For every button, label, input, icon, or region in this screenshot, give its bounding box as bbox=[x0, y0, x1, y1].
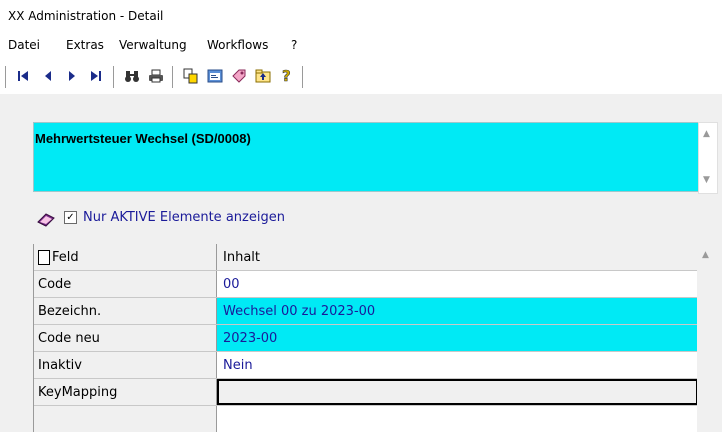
window-titlebar: XX Administration - Detail bbox=[0, 0, 722, 30]
tag-icon[interactable] bbox=[228, 66, 250, 86]
first-record-icon[interactable] bbox=[12, 66, 34, 86]
table-row[interactable]: KeyMapping bbox=[34, 379, 698, 406]
window-title: XX Administration - Detail bbox=[8, 9, 164, 23]
help-icon[interactable]: ? bbox=[276, 66, 298, 86]
menu-extras[interactable]: Extras bbox=[66, 38, 104, 52]
copy-record-icon[interactable] bbox=[180, 66, 202, 86]
record-title: Mehrwertsteuer Wechsel (SD/0008) bbox=[35, 131, 251, 146]
value-cell[interactable]: Nein bbox=[217, 352, 698, 378]
table-row[interactable]: Code neu 2023-00 bbox=[34, 325, 698, 352]
field-cell: KeyMapping bbox=[34, 379, 217, 405]
svg-text:?: ? bbox=[282, 68, 291, 84]
toolbar-separator bbox=[5, 66, 7, 88]
toolbar: ? bbox=[0, 60, 722, 94]
scroll-down-icon[interactable]: ▼ bbox=[703, 175, 710, 185]
document-icon bbox=[38, 250, 50, 265]
field-cell bbox=[34, 406, 217, 432]
folder-up-icon[interactable] bbox=[252, 66, 274, 86]
next-record-icon[interactable] bbox=[61, 66, 83, 86]
menu-datei[interactable]: Datei bbox=[8, 38, 40, 52]
value-cell[interactable]: 00 bbox=[217, 271, 698, 297]
properties-icon[interactable] bbox=[204, 66, 226, 86]
field-cell: Bezeichn. bbox=[34, 298, 217, 324]
print-icon[interactable] bbox=[145, 66, 167, 86]
prev-record-icon[interactable] bbox=[37, 66, 59, 86]
menu-help[interactable]: ? bbox=[291, 38, 297, 52]
last-record-icon[interactable] bbox=[85, 66, 107, 86]
header-scrollbar[interactable]: ▲ ▼ bbox=[698, 122, 718, 194]
value-cell-keymapping[interactable] bbox=[217, 379, 698, 405]
menu-verwaltung[interactable]: Verwaltung bbox=[119, 38, 187, 52]
table-row[interactable]: Bezeichn. Wechsel 00 zu 2023-00 bbox=[34, 298, 698, 325]
table-scrollbar[interactable]: ▲ bbox=[697, 244, 716, 432]
menu-bar: Datei Extras Verwaltung Workflows ? bbox=[0, 30, 722, 60]
book-icon[interactable] bbox=[36, 210, 56, 228]
table-row[interactable]: Code 00 bbox=[34, 271, 698, 298]
field-cell: Code neu bbox=[34, 325, 217, 351]
toolbar-separator bbox=[113, 66, 115, 88]
scroll-up-icon[interactable]: ▲ bbox=[703, 129, 710, 139]
toolbar-separator bbox=[302, 66, 304, 88]
search-binoculars-icon[interactable] bbox=[121, 66, 143, 86]
record-header: Mehrwertsteuer Wechsel (SD/0008) bbox=[33, 122, 700, 192]
value-cell[interactable]: Wechsel 00 zu 2023-00 bbox=[217, 298, 698, 324]
field-cell: Inaktiv bbox=[34, 352, 217, 378]
value-cell[interactable] bbox=[217, 406, 698, 432]
toolbar-separator bbox=[172, 66, 174, 88]
column-header-feld[interactable]: Feld bbox=[34, 244, 217, 270]
field-cell: Code bbox=[34, 271, 217, 297]
scroll-up-icon[interactable]: ▲ bbox=[702, 250, 709, 260]
column-header-inhalt[interactable]: Inhalt bbox=[217, 244, 698, 270]
menu-workflows[interactable]: Workflows bbox=[207, 38, 268, 52]
active-only-label: Nur AKTIVE Elemente anzeigen bbox=[83, 210, 285, 225]
table-row[interactable]: Inaktiv Nein bbox=[34, 352, 698, 379]
value-cell[interactable]: 2023-00 bbox=[217, 325, 698, 351]
table-header-row: Feld Inhalt bbox=[34, 244, 698, 271]
detail-table: Feld Inhalt Code 00 Bezeichn. Wechsel 00… bbox=[33, 244, 698, 432]
active-only-checkbox[interactable]: ✓ bbox=[64, 211, 77, 224]
table-row[interactable] bbox=[34, 406, 698, 432]
